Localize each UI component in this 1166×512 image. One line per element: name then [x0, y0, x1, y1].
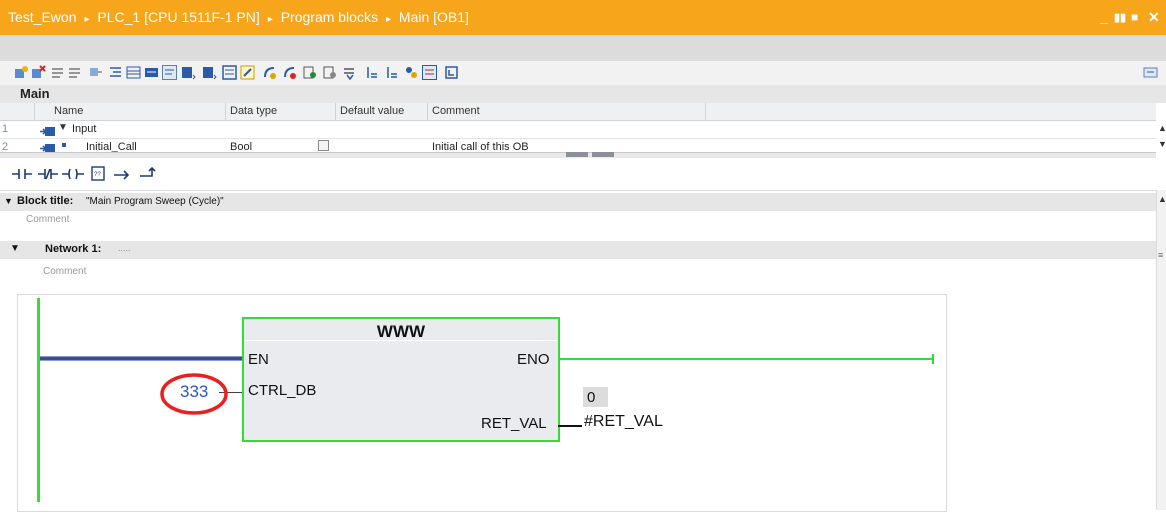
block-title-label: Block title: [17, 195, 74, 207]
block-title-value[interactable]: "Main Program Sweep (Cycle)" [86, 196, 224, 207]
interface-column-header: Name Data type Default value Comment [0, 103, 1156, 121]
column-name[interactable]: Name [54, 105, 83, 117]
monitoring-on-icon[interactable] [262, 65, 277, 80]
left-power-rail [37, 298, 40, 502]
editor-header-band [0, 35, 1166, 61]
splitter-collapse-icon[interactable] [566, 152, 588, 157]
expand-triangle-icon[interactable]: ▼ [58, 122, 68, 133]
title-bar: Test_Ewon ▸ PLC_1 [CPU 1511F-1 PN] ▸ Progr… [0, 0, 1166, 35]
insert-row-before-icon[interactable] [364, 65, 379, 80]
scroll-up-icon[interactable]: ▲ [1158, 123, 1166, 133]
wire-endpoint [932, 354, 934, 364]
call-hierarchy-icon[interactable] [404, 65, 419, 80]
function-block-name[interactable]: WWW [242, 322, 560, 342]
force-value-icon[interactable] [302, 65, 317, 80]
pin-en: EN [248, 351, 269, 368]
instruction-profile-icon[interactable] [222, 65, 237, 80]
insert-network-icon[interactable] [14, 65, 29, 80]
open-branch-icon[interactable] [114, 167, 130, 186]
modify-value-icon[interactable] [282, 65, 297, 80]
scroll-down-icon[interactable]: ▼ [1158, 139, 1166, 149]
network-title[interactable]: ..... [118, 243, 131, 253]
toolbar-options-icon[interactable] [1143, 65, 1158, 80]
breadcrumb-separator-icon: ▸ [84, 14, 90, 25]
ret-val-wire [558, 425, 582, 427]
insert-row-icon[interactable] [50, 65, 65, 80]
normally-open-contact-icon[interactable] [12, 167, 32, 186]
cross-reference-icon[interactable] [88, 65, 103, 80]
maximize-button[interactable]: ■ [1131, 10, 1138, 24]
force-stop-icon[interactable] [322, 65, 337, 80]
eno-output-wire[interactable] [558, 358, 934, 360]
output-coil-icon[interactable] [62, 167, 84, 186]
network-overview-icon[interactable] [422, 65, 437, 80]
block-title-bar[interactable]: ▼ Block title: "Main Program Sweep (Cycl… [0, 193, 1156, 211]
collapse-triangle-icon[interactable]: ▼ [10, 243, 20, 254]
breadcrumb-project[interactable]: Test_Ewon [8, 9, 76, 25]
normally-closed-contact-icon[interactable] [38, 167, 58, 186]
interface-row[interactable]: 1 ▼ Input [0, 121, 1156, 139]
insert-row-after-icon[interactable] [384, 65, 399, 80]
column-comment[interactable]: Comment [432, 105, 480, 117]
interface-title: Main [20, 86, 50, 101]
breadcrumb-separator-icon: ▸ [385, 14, 391, 25]
scroll-grip-icon[interactable]: ≡ [1158, 250, 1163, 260]
interface-header: Main [0, 85, 1166, 103]
collapse-icon[interactable] [144, 65, 159, 80]
splitter-expand-icon[interactable] [592, 152, 614, 157]
pin-eno: ENO [517, 351, 550, 368]
close-branch-icon[interactable] [140, 166, 156, 185]
minimize-button[interactable]: _ [1100, 9, 1108, 25]
function-block-header-line [244, 340, 558, 341]
pin-ret-val: RET_VAL [481, 415, 547, 432]
default-value-picker-icon[interactable] [318, 140, 329, 151]
breadcrumb-program-blocks[interactable]: Program blocks [281, 9, 378, 25]
block-properties-icon[interactable] [240, 65, 255, 80]
breadcrumb-plc[interactable]: PLC_1 [CPU 1511F-1 PN] [97, 9, 259, 25]
add-row-icon[interactable] [67, 65, 82, 80]
go-online-icon[interactable] [342, 65, 357, 80]
column-default-value[interactable]: Default value [340, 105, 404, 117]
row-number: 1 [2, 123, 9, 135]
en-input-wire[interactable] [40, 356, 242, 361]
absolute-operand-icon[interactable] [108, 65, 123, 80]
editor-toolbar [0, 61, 1166, 85]
close-button[interactable]: ✕ [1148, 9, 1160, 26]
network-label: Network 1: [45, 243, 102, 255]
breadcrumb: Test_Ewon ▸ PLC_1 [CPU 1511F-1 PN] ▸ Progr… [8, 9, 473, 25]
highlight-circle-icon [160, 373, 228, 415]
row-name: Input [72, 123, 97, 135]
svg-text:??: ?? [94, 172, 101, 178]
breadcrumb-main-ob1[interactable]: Main [OB1] [399, 9, 469, 25]
ladder-palette: ?? [0, 158, 1166, 191]
block-comment[interactable]: Comment [26, 214, 69, 225]
tile-button[interactable]: ▮▮ [1114, 11, 1126, 24]
bullet-icon [62, 143, 66, 147]
column-data-type[interactable]: Data type [230, 105, 277, 117]
open-block-icon[interactable] [444, 65, 459, 80]
network-list-icon[interactable] [126, 65, 141, 80]
breadcrumb-separator-icon: ▸ [267, 14, 273, 25]
delete-network-icon[interactable] [31, 65, 46, 80]
ret-val-operand[interactable]: #RET_VAL [584, 413, 663, 431]
vertical-scrollbar[interactable]: ▲ ≡ [1156, 190, 1166, 510]
collapse-triangle-icon[interactable]: ▼ [4, 196, 13, 206]
network-header[interactable]: ▼ Network 1: ..... [0, 241, 1156, 259]
comment-icon[interactable] [162, 65, 177, 80]
box-insert-icon[interactable] [202, 65, 217, 80]
ret-val-monitor-value: 0 [587, 389, 596, 406]
pin-ctrl-db: CTRL_DB [248, 382, 317, 399]
favorites-icon[interactable] [181, 65, 196, 80]
empty-box-icon[interactable]: ?? [90, 166, 106, 187]
network-comment[interactable]: Comment [43, 266, 86, 277]
scroll-up-icon[interactable]: ▲ [1158, 194, 1166, 204]
